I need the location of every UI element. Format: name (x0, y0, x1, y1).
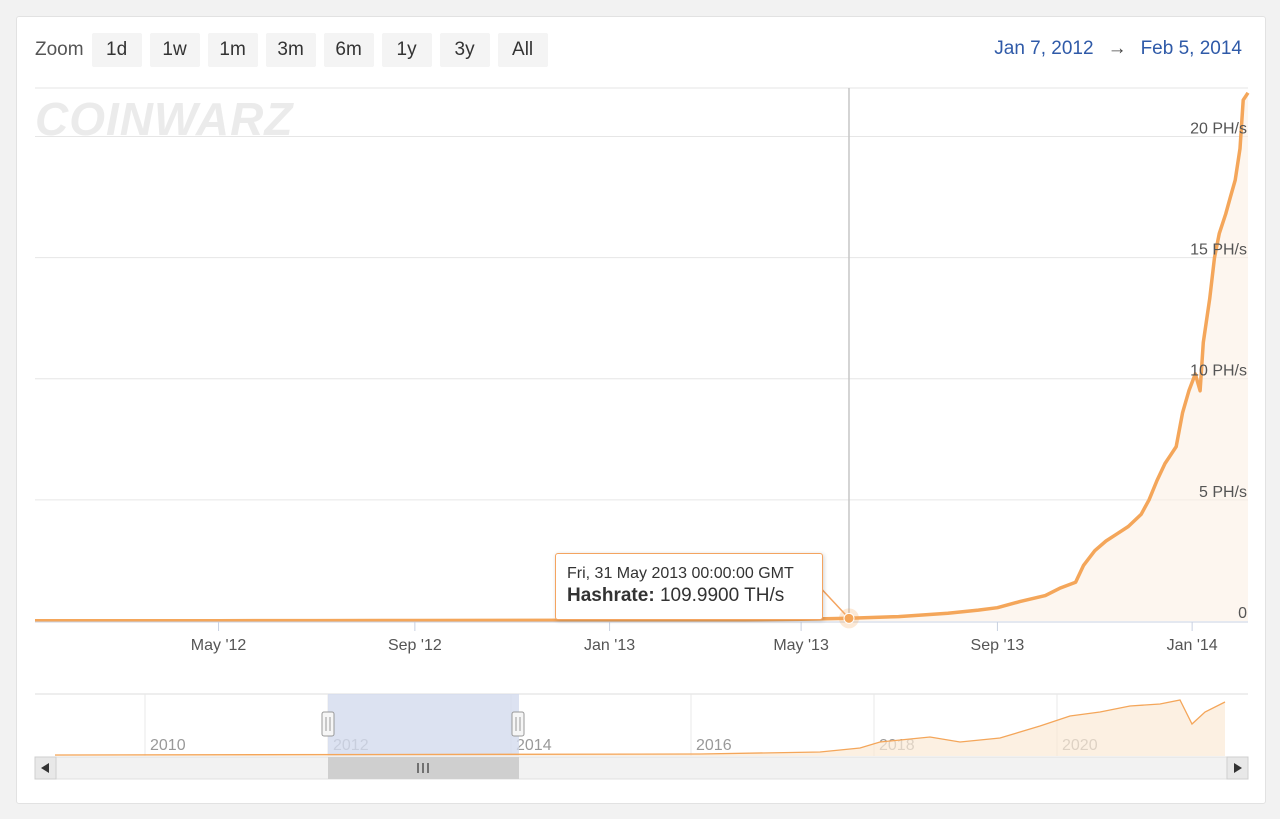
hashrate-chart: COINWARZ 0 5 PH/s 10 PH/s 15 PH/s 20 PH/s Ma… (34, 87, 1250, 780)
x-axis: May '12 Sep '12 Jan '13 May '13 Sep '13 Jan '… (35, 621, 1248, 654)
x-tick-label: Jan '13 (584, 637, 635, 654)
scrollbar[interactable] (34, 756, 1249, 780)
x-tick-label: Jan '14 (1167, 637, 1218, 654)
watermark-logo-text: COINWARZ (35, 93, 294, 145)
hashrate-line (34, 91, 1250, 623)
tooltip-series-name: Hashrate: (567, 585, 655, 607)
zoom-label: Zoom (35, 39, 84, 60)
series-group (34, 91, 1250, 623)
navigator-left-handle[interactable] (321, 711, 335, 737)
scroll-right-button[interactable] (1226, 756, 1249, 780)
zoom-1w-button[interactable]: 1w (149, 33, 200, 67)
zoom-3y-button[interactable]: 3y (439, 33, 490, 67)
handle-body (511, 711, 525, 737)
y-tick-label: 10 PH/s (1190, 363, 1247, 380)
tooltip-value: 109.9900 TH/s (659, 585, 785, 607)
range-arrow: → (1107, 38, 1127, 59)
hover-point (843, 612, 855, 624)
crosshair (820, 88, 859, 629)
zoom-1d-button[interactable]: 1d (91, 33, 142, 67)
range-from-input[interactable]: Jan 7, 2012 (994, 38, 1093, 60)
zoom-all-button[interactable]: All (497, 33, 548, 67)
scroll-left-button[interactable] (34, 756, 57, 780)
y-tick-label: 15 PH/s (1190, 242, 1247, 259)
navigator-tick-label: 2010 (150, 737, 186, 754)
y-tick-label: 0 (1238, 605, 1247, 622)
zoom-3m-button[interactable]: 3m (265, 33, 316, 67)
x-tick-label: May '12 (191, 637, 247, 654)
zoom-6m-button[interactable]: 6m (323, 33, 374, 67)
navigator-selection (328, 694, 519, 756)
scrollbar-track (34, 756, 1249, 780)
navigator[interactable]: 201020122014201620182020 (35, 693, 1248, 756)
zoom-1m-button[interactable]: 1m (207, 33, 258, 67)
y-tick-label: 5 PH/s (1199, 484, 1247, 501)
navigator-right-handle[interactable] (511, 711, 525, 737)
zoom-controls: Zoom 1d 1w 1m 3m 6m 1y 3y All (35, 33, 556, 67)
navigator-tick-label: 2016 (696, 737, 732, 754)
tooltip-date: Fri, 31 May 2013 00:00:00 GMT (567, 565, 794, 582)
x-tick-label: Sep '12 (388, 637, 442, 654)
y-tick-label: 20 PH/s (1190, 120, 1247, 137)
scrollbar-thumb[interactable] (328, 757, 519, 779)
date-range: Jan 7, 2012 → Feb 5, 2014 (994, 38, 1242, 60)
navigator-area (55, 700, 1225, 756)
coinwarz-watermark: COINWARZ (35, 93, 294, 145)
x-tick-label: Sep '13 (971, 637, 1025, 654)
navigator-tick-label: 2014 (516, 737, 552, 754)
grid-lines (35, 87, 1248, 501)
handle-body (321, 711, 335, 737)
zoom-1y-button[interactable]: 1y (381, 33, 432, 67)
hashrate-area (35, 92, 1248, 622)
range-to-input[interactable]: Feb 5, 2014 (1141, 38, 1242, 60)
hover-tooltip: Fri, 31 May 2013 00:00:00 GMT Hashrate: … (555, 553, 823, 620)
x-tick-label: May '13 (773, 637, 829, 654)
